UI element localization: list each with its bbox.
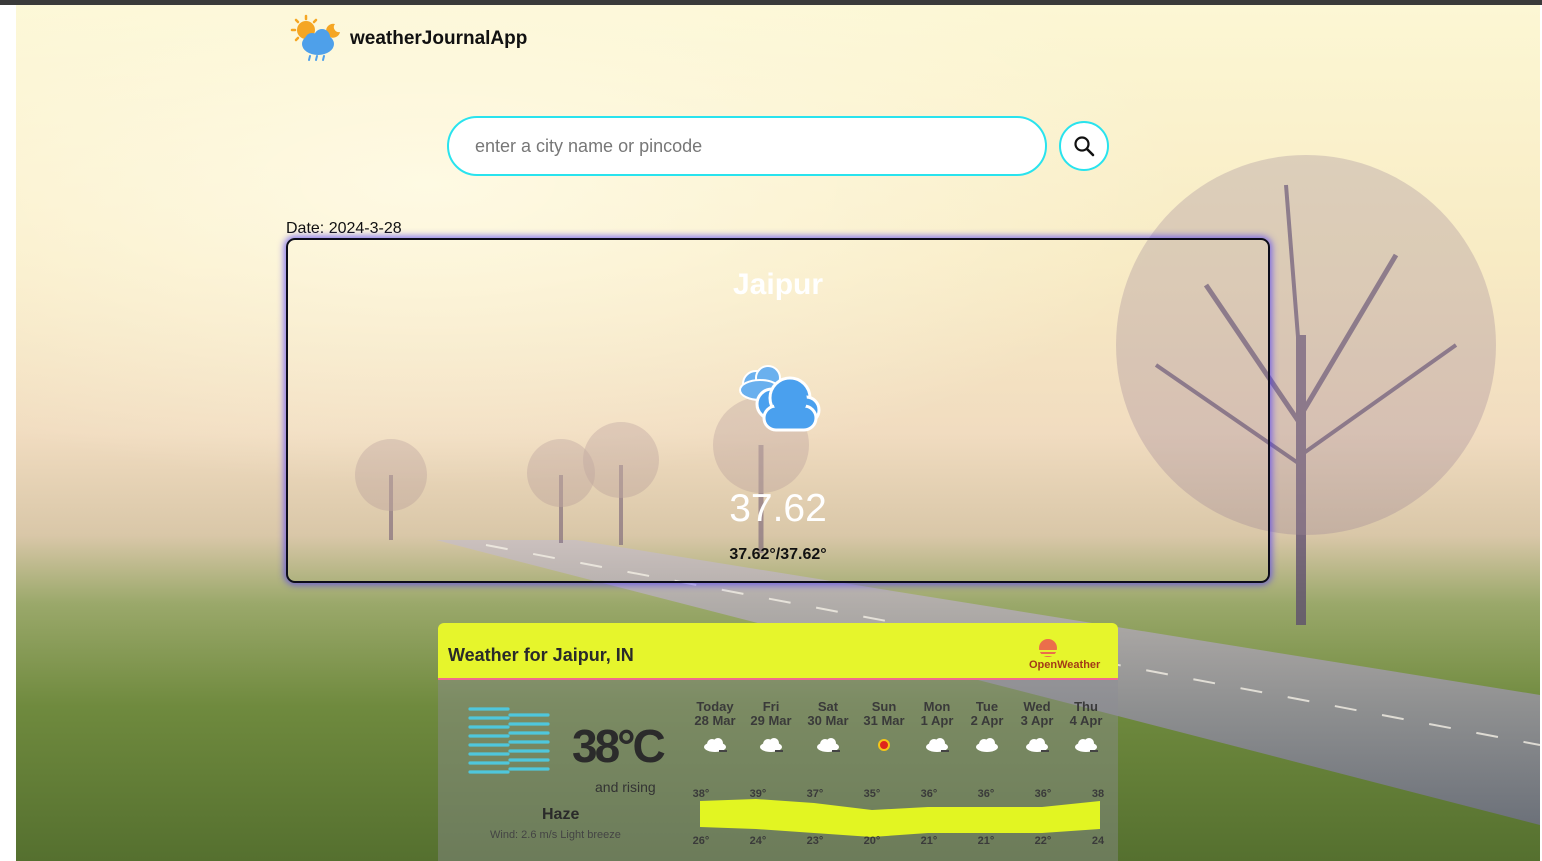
openweather-logo[interactable]: OpenWeather bbox=[1026, 637, 1106, 673]
cloud-icon bbox=[1075, 738, 1098, 752]
forecast-low: 20° bbox=[863, 835, 881, 847]
forecast-day: Sat 30 Mar bbox=[807, 699, 849, 728]
widget-title: Weather for Jaipur, IN bbox=[448, 645, 634, 665]
search-input[interactable] bbox=[447, 116, 1047, 176]
forecast-day: Fri 29 Mar bbox=[750, 699, 792, 728]
haze-icon bbox=[468, 707, 550, 774]
temperature-trend: and rising bbox=[595, 779, 656, 795]
date-label: Date: 2024-3-28 bbox=[286, 220, 402, 237]
app-title: weatherJournalApp bbox=[350, 28, 528, 49]
cloud-icon bbox=[1026, 738, 1049, 752]
weather-card: Jaipur 37.62 37.62°/37.62° bbox=[286, 238, 1270, 583]
widget-current-temp: 38°C bbox=[572, 720, 666, 772]
forecast-low: 22° bbox=[1034, 835, 1052, 847]
forecast-low: 21° bbox=[920, 835, 938, 847]
forecast-low: 24 bbox=[1091, 835, 1105, 847]
forecast-day: Sun 31 Mar bbox=[863, 699, 905, 728]
forecast-low: 26° bbox=[692, 835, 710, 847]
cloud-icon bbox=[926, 738, 949, 752]
openweather-widget: Weather for Jaipur, IN OpenWeather 38°C … bbox=[438, 623, 1118, 861]
forecast-low: 24° bbox=[749, 835, 767, 847]
search-button[interactable] bbox=[1059, 121, 1109, 171]
sun-icon bbox=[878, 739, 890, 751]
cloud-icon bbox=[760, 738, 783, 752]
openweather-brand: OpenWeather bbox=[1029, 659, 1101, 671]
temperature-band bbox=[700, 799, 1100, 837]
search-icon bbox=[1074, 136, 1095, 157]
forecast-low: 21° bbox=[977, 835, 995, 847]
temperature-range: 37.62°/37.62° bbox=[729, 546, 827, 563]
cloud-icon bbox=[817, 738, 840, 752]
forecast-day: Today 28 Mar bbox=[694, 699, 736, 728]
wind-info: Wind: 2.6 m/s Light breeze bbox=[490, 829, 621, 841]
cloud-icon bbox=[704, 738, 727, 752]
app-logo-icon bbox=[290, 14, 340, 61]
city-name: Jaipur bbox=[732, 268, 824, 301]
current-temperature: 37.62 bbox=[729, 487, 827, 530]
forecast-low: 23° bbox=[806, 835, 824, 847]
widget-header: Weather for Jaipur, IN OpenWeather bbox=[438, 623, 1118, 680]
current-condition: Haze bbox=[542, 806, 580, 823]
forecast-day: Thu 4 Apr bbox=[1069, 699, 1103, 728]
cloud-icon bbox=[739, 365, 821, 432]
cloud-icon bbox=[976, 738, 998, 752]
openweather-sun-icon bbox=[1036, 639, 1060, 657]
